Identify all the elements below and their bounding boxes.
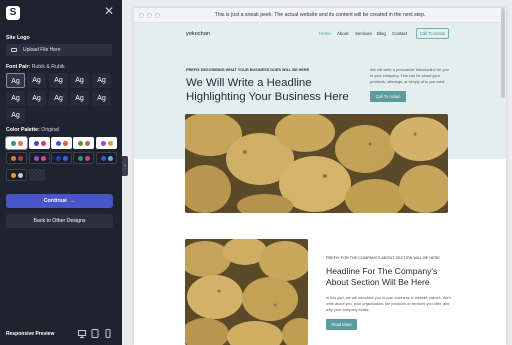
font-pair-option[interactable]: Ag xyxy=(49,91,68,106)
mobile-icon[interactable] xyxy=(104,329,112,338)
hero-intro: We will write a persuasive introduction … xyxy=(370,67,449,84)
preview-scrollbar[interactable] xyxy=(501,8,505,98)
font-pair-option[interactable]: Ag xyxy=(92,91,111,106)
palette-swatch xyxy=(55,140,61,146)
image-icon xyxy=(11,48,17,52)
font-pair-option[interactable]: Ag xyxy=(6,108,25,123)
palette-swatch xyxy=(10,172,16,178)
font-pair-option[interactable]: Ag xyxy=(49,73,68,88)
font-pair-option[interactable]: Ag xyxy=(6,91,25,106)
continue-label: Continue xyxy=(43,198,67,204)
read-more-button[interactable]: Read More xyxy=(326,319,357,330)
browser-bar: This is just a sneak peek. The actual we… xyxy=(134,8,506,23)
hero-potato-image xyxy=(185,114,448,213)
palette-swatch xyxy=(33,140,39,146)
sneak-peek-notice: This is just a sneak peek. The actual we… xyxy=(214,12,426,18)
color-palette-option[interactable] xyxy=(73,152,94,164)
color-palette-option[interactable] xyxy=(6,169,27,181)
palette-swatch xyxy=(10,140,16,146)
font-pair-value: Rubik & Rubik xyxy=(31,64,65,70)
palette-swatch xyxy=(62,140,68,146)
custom-palette-placeholder[interactable] xyxy=(29,169,45,181)
hero-prefix: PREFIX DESCRIBING WHAT YOUR BUSINESS DOE… xyxy=(186,68,310,72)
sidebar: ✕ Site Logo Upload File Here Font Pair: … xyxy=(0,0,122,345)
palette-swatch xyxy=(77,155,83,161)
color-palette-option[interactable] xyxy=(29,152,50,164)
color-palette-value: Original xyxy=(41,127,60,133)
color-palette-option[interactable] xyxy=(96,152,117,164)
palette-swatch xyxy=(100,155,106,161)
color-palette-option[interactable] xyxy=(51,152,72,164)
color-palette-option[interactable] xyxy=(96,137,117,149)
close-icon[interactable]: ✕ xyxy=(104,5,114,17)
palette-swatch xyxy=(84,140,90,146)
palette-swatch xyxy=(10,155,16,161)
desktop-icon[interactable] xyxy=(78,329,86,338)
font-pair-option[interactable]: Ag xyxy=(27,91,46,106)
font-pair-label: Font Pair: Rubik & Rubik xyxy=(6,64,65,70)
site-brand[interactable]: yokochan xyxy=(186,31,210,37)
about-potato-image xyxy=(185,239,308,345)
nav-home[interactable]: Home xyxy=(319,31,331,36)
color-palette-option[interactable] xyxy=(5,136,28,150)
site-logo-label: Site Logo xyxy=(6,35,30,41)
site-preview: This is just a sneak peek. The actual we… xyxy=(134,8,506,345)
color-palette-option[interactable] xyxy=(6,152,27,164)
tablet-icon[interactable] xyxy=(91,329,99,338)
arrow-right-icon: → xyxy=(69,198,76,204)
back-to-designs-button[interactable]: Back to Other Designs xyxy=(6,214,113,228)
nav-blog[interactable]: Blog xyxy=(377,31,386,36)
about-prefix: PREFIX FOR THE COMPANY'S ABOUT SECTION W… xyxy=(326,256,440,260)
responsive-preview-label: Responsive Preview xyxy=(6,331,55,337)
palette-swatch xyxy=(107,140,113,146)
collapse-sidebar-handle[interactable]: ‹ xyxy=(122,156,128,176)
upload-label: Upload File Here xyxy=(23,47,61,53)
color-palette-option[interactable] xyxy=(73,137,94,149)
hero-headline: We Will Write a Headline Highlighting Yo… xyxy=(186,77,349,103)
color-palette-option[interactable] xyxy=(51,137,72,149)
font-pair-option[interactable]: Ag xyxy=(70,73,89,88)
nav-about[interactable]: About xyxy=(337,31,348,36)
font-pair-option[interactable]: Ag xyxy=(27,73,46,88)
color-palette-label: Color Palette: Original xyxy=(6,127,60,133)
s-logo-icon xyxy=(6,6,20,20)
palette-swatch xyxy=(40,140,46,146)
about-headline: Headline For The Company's About Section… xyxy=(326,266,438,287)
palette-swatch xyxy=(62,155,68,161)
color-palette-option[interactable] xyxy=(29,137,50,149)
palette-swatch xyxy=(100,140,106,146)
palette-swatch xyxy=(40,155,46,161)
hero-cta-button[interactable]: Call To Action xyxy=(370,91,406,102)
palette-swatch xyxy=(17,155,23,161)
palette-swatch xyxy=(17,172,23,178)
palette-swatch xyxy=(55,155,61,161)
palette-swatch xyxy=(77,140,83,146)
nav-services[interactable]: Services xyxy=(355,31,372,36)
nav-contact[interactable]: Contact xyxy=(392,31,407,36)
font-pair-option[interactable]: Ag xyxy=(92,73,111,88)
palette-swatch xyxy=(84,155,90,161)
font-pair-option[interactable]: Ag xyxy=(70,91,89,106)
nav-cta-button[interactable]: Call To Action xyxy=(416,28,449,39)
about-body: In this part, we will introduce you to y… xyxy=(326,296,451,312)
palette-swatch xyxy=(107,155,113,161)
continue-button[interactable]: Continue → xyxy=(6,194,113,208)
palette-swatch xyxy=(17,140,23,146)
upload-file-button[interactable]: Upload File Here xyxy=(6,44,112,56)
palette-swatch xyxy=(33,155,39,161)
font-pair-option[interactable]: Ag xyxy=(6,73,25,88)
